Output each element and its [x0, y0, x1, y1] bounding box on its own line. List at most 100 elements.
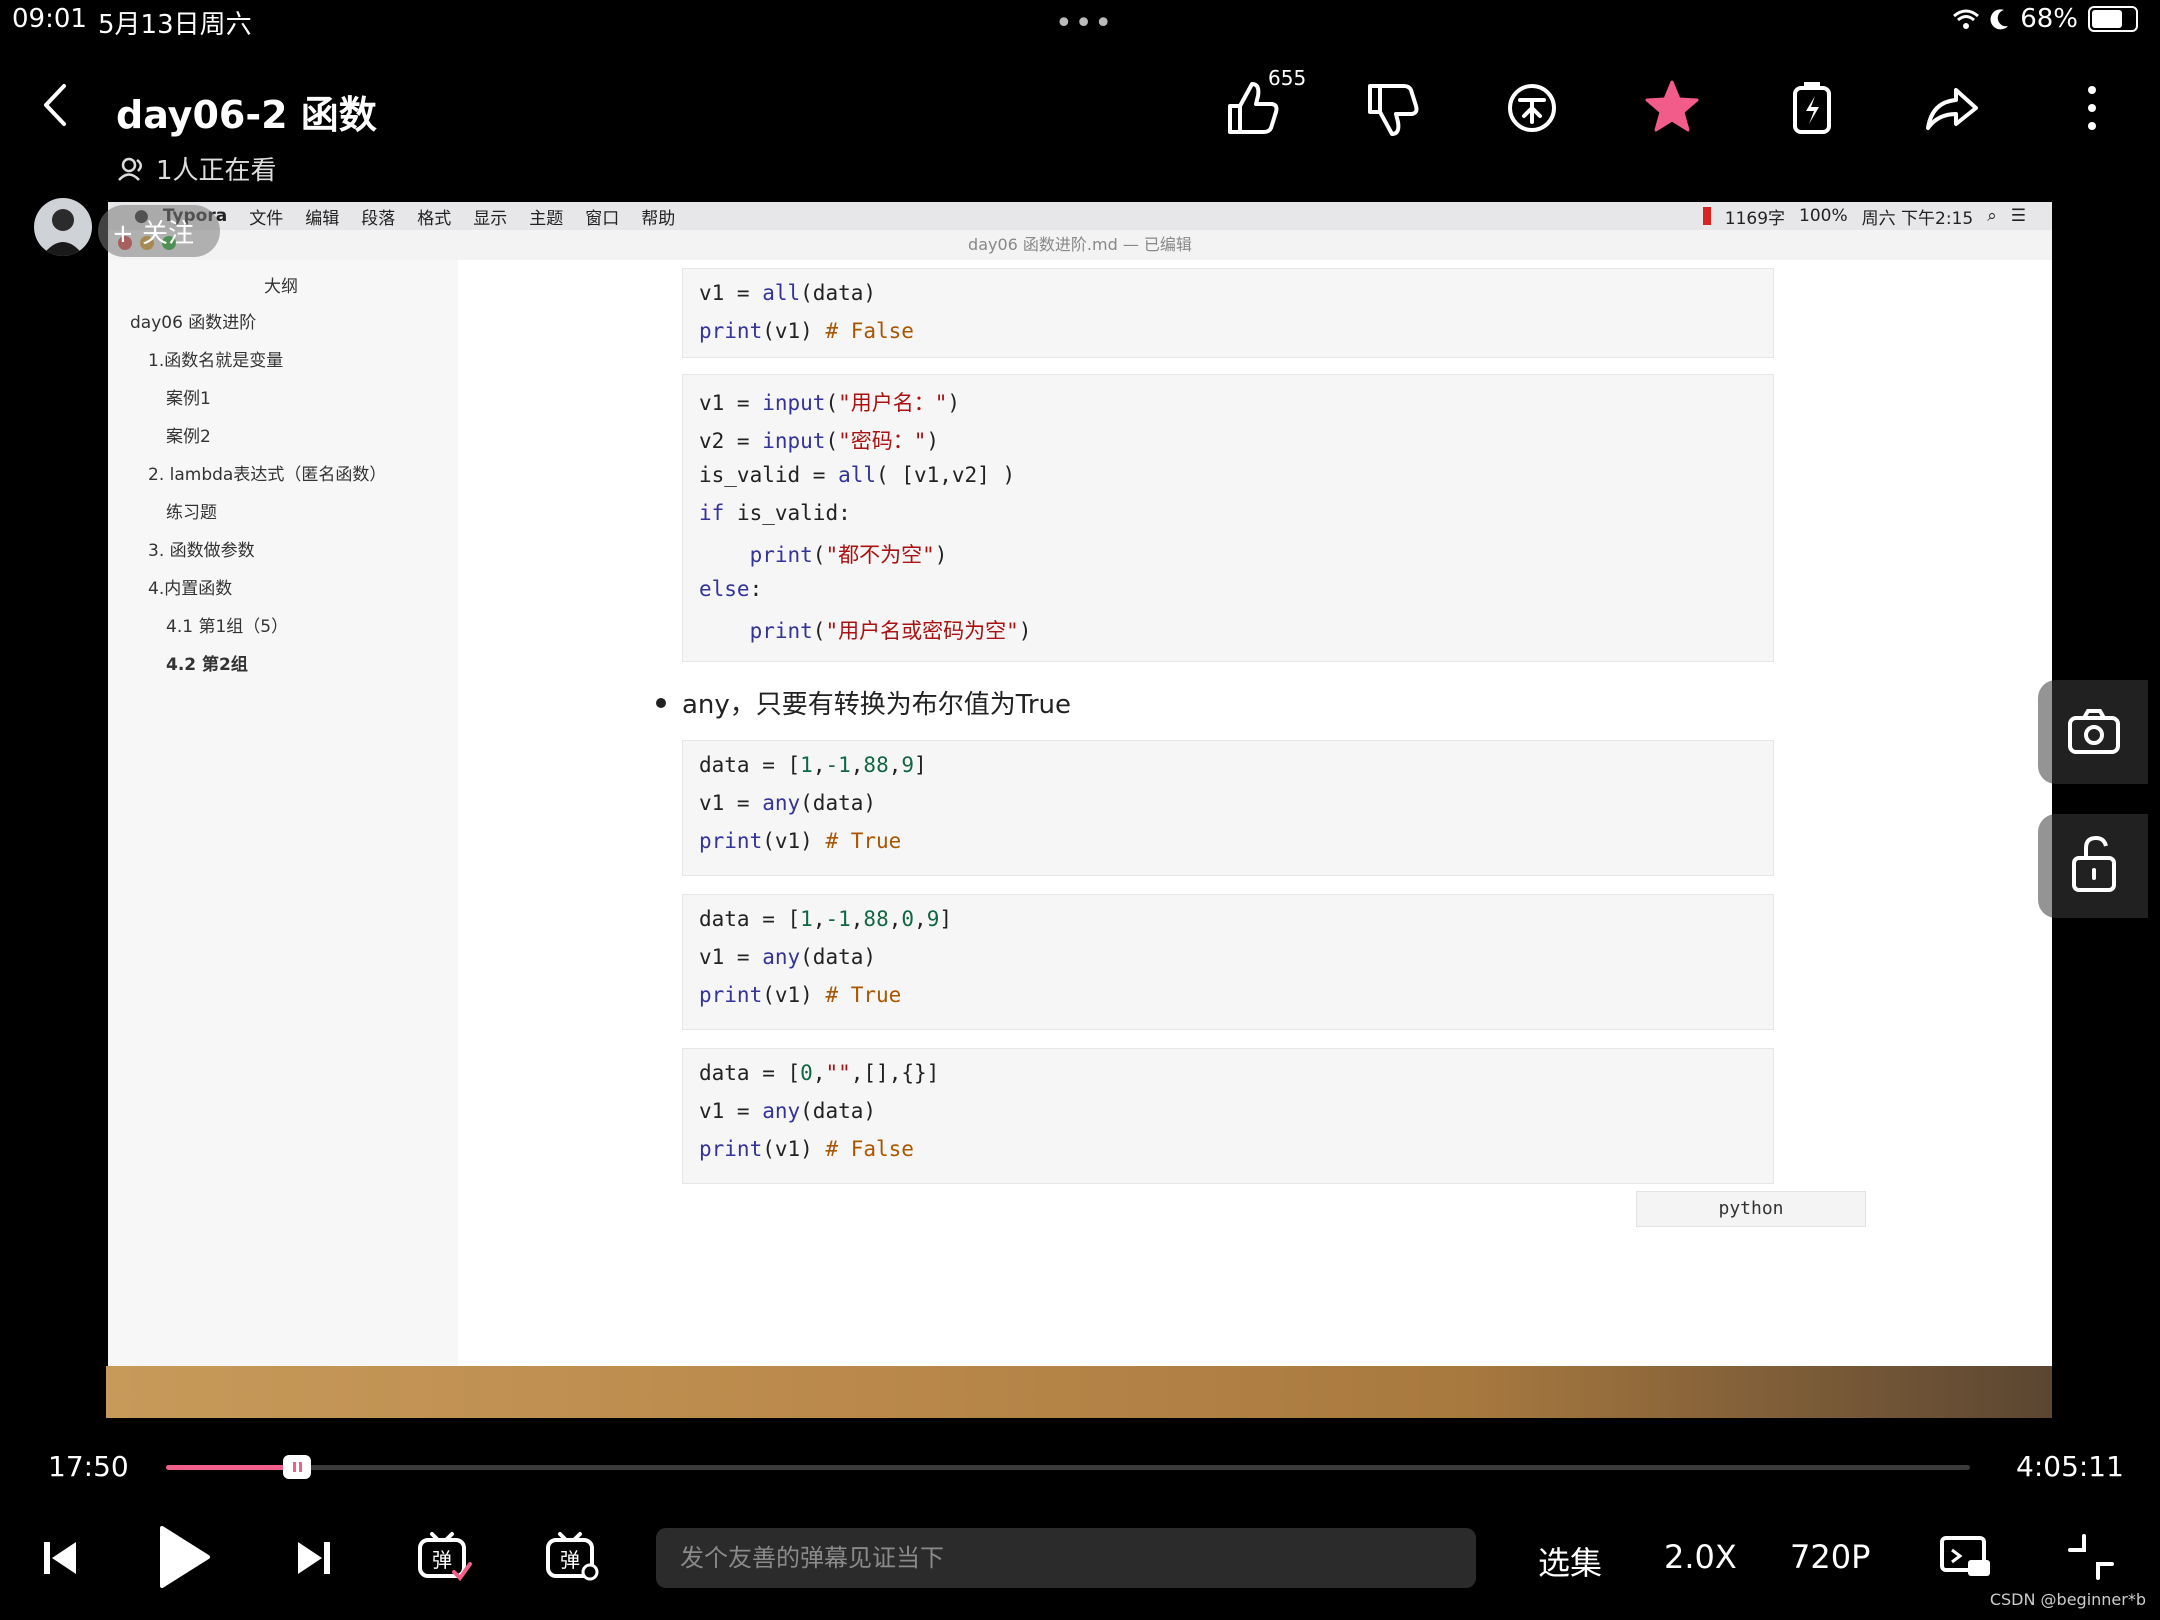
code-token: (v1) — [762, 829, 826, 853]
multitask-dots-icon[interactable]: ••• — [1055, 6, 1114, 41]
outline-item[interactable]: 2. lambda表达式（匿名函数） — [148, 460, 386, 485]
bullet-text: any，只要有转换为布尔值为True — [682, 690, 1072, 720]
code-token: print — [749, 619, 813, 643]
mac-menu-item: 文件 — [249, 208, 284, 229]
danmaku-settings-button[interactable]: 弹 — [544, 1530, 600, 1584]
battery-percent: 68% — [2020, 4, 2078, 34]
current-time: 17:50 — [48, 1450, 129, 1483]
code-block[interactable]: v1 = input("用户名：") v2 = input("密码：") is_va… — [682, 374, 1774, 662]
window-title: day06 函数进阶.md — 已编辑 — [108, 230, 2052, 260]
code-token: v1 = — [699, 281, 763, 305]
code-token: (v1) — [762, 319, 826, 343]
lightning-box-icon — [1793, 82, 1831, 134]
code-token: , — [812, 1061, 826, 1085]
danmaku-input[interactable] — [656, 1528, 1476, 1588]
code-token: input — [762, 391, 826, 415]
dislike-button[interactable] — [1362, 78, 1422, 138]
exit-fullscreen-icon — [2068, 1534, 2114, 1580]
progress-bar[interactable] — [166, 1465, 1970, 1470]
code-token: -1 — [825, 753, 851, 777]
video-background-strip — [106, 1366, 2052, 1418]
users-icon — [118, 157, 142, 181]
speed-button[interactable]: 2.0X — [1664, 1538, 1737, 1576]
outline-item[interactable]: 3. 函数做参数 — [148, 536, 255, 561]
code-token: "密码：" — [838, 429, 927, 453]
code-block[interactable]: data = [1,-1,88,9] v1 = any(data) print(v1… — [682, 740, 1774, 876]
code-line: v2 = input("密码：") — [699, 425, 939, 455]
code-token: (v1) — [762, 983, 826, 1007]
code-token: all — [762, 281, 801, 305]
code-token: v1 = — [699, 791, 763, 815]
code-line: v1 = any(data) — [699, 945, 876, 969]
quality-button[interactable]: 720P — [1790, 1538, 1870, 1576]
code-token: (data) — [800, 945, 877, 969]
exit-fullscreen-button[interactable] — [2066, 1532, 2116, 1582]
code-token: "" — [825, 1061, 851, 1085]
danmaku-on-icon: 弹 — [418, 1532, 472, 1582]
share-arrow-icon — [1926, 88, 1978, 130]
coin-button[interactable] — [1502, 78, 1562, 138]
code-token: data = [ — [699, 907, 801, 931]
code-line: data = [1,-1,88,0,9] — [699, 907, 952, 931]
outline-item[interactable]: 4.2 第2组 — [166, 650, 248, 675]
code-token: -1 — [825, 907, 851, 931]
code-token: , — [812, 753, 826, 777]
code-token: v1 = — [699, 945, 763, 969]
next-button[interactable] — [294, 1536, 334, 1580]
danmaku-toggle-button[interactable]: 弹 — [416, 1530, 472, 1584]
code-line: v1 = input("用户名：") — [699, 387, 960, 417]
code-token: print — [699, 1137, 763, 1161]
code-block[interactable]: data = [0,"",[],{}] v1 = any(data) print(v… — [682, 1048, 1774, 1184]
back-button[interactable] — [40, 82, 70, 128]
outline-item[interactable]: 案例2 — [166, 422, 211, 447]
episodes-button[interactable]: 选集 — [1538, 1538, 1602, 1584]
mac-menu-item: 编辑 — [305, 208, 340, 229]
code-token: is_valid: — [724, 501, 851, 525]
video-frame[interactable]: ● Typora 文件 编辑 段落 格式 显示 主题 窗口 帮助 1169字 1… — [108, 202, 2052, 1368]
progress-fill — [166, 1465, 297, 1470]
avatar-person-icon — [42, 209, 84, 256]
progress-thumb[interactable] — [283, 1455, 311, 1479]
share-button[interactable] — [1922, 78, 1982, 138]
screenshot-button[interactable] — [2038, 680, 2148, 784]
lock-screen-button[interactable] — [2038, 814, 2148, 918]
favorite-button[interactable] — [1642, 78, 1702, 138]
uploader-avatar[interactable] — [34, 198, 92, 256]
code-token: , — [812, 907, 826, 931]
outline-item[interactable]: 练习题 — [166, 498, 217, 523]
thumbs-down-icon — [1368, 84, 1419, 136]
viewer-count-label: 1人正在看 — [156, 156, 277, 186]
outline-item[interactable]: 1.函数名就是变量 — [148, 346, 283, 371]
mac-menu-item: 段落 — [361, 208, 396, 229]
mac-menu-item: 帮助 — [641, 208, 676, 229]
code-token: "都不为空" — [825, 543, 935, 567]
code-line: print(v1) # False — [699, 319, 914, 343]
outline-item[interactable]: 4.内置函数 — [148, 574, 232, 599]
skip-previous-icon — [44, 1542, 76, 1574]
code-line: v1 = any(data) — [699, 791, 876, 815]
more-button[interactable] — [2062, 78, 2122, 138]
code-token: (v1) — [762, 1137, 826, 1161]
outline-item[interactable]: day06 函数进阶 — [130, 308, 256, 333]
code-line: v1 = any(data) — [699, 1099, 876, 1123]
play-button[interactable] — [156, 1524, 212, 1590]
outline-item[interactable]: 4.1 第1组（5） — [166, 612, 288, 637]
code-token: is_valid = — [699, 463, 839, 487]
wifi-icon — [1953, 9, 1980, 29]
previous-button[interactable] — [40, 1536, 80, 1580]
outline-sidebar: 大纲 day06 函数进阶 1.函数名就是变量 案例1 案例2 2. lambda表达式… — [108, 260, 458, 1368]
star-icon — [1645, 80, 1699, 132]
code-line: if is_valid: — [699, 501, 851, 525]
chevron-left-icon — [44, 84, 66, 126]
code-language-label[interactable]: python — [1636, 1191, 1866, 1227]
code-token: ( — [825, 391, 839, 415]
follow-button[interactable]: + 关注 — [98, 205, 221, 257]
charge-button[interactable] — [1782, 78, 1842, 138]
code-token: 88 — [863, 907, 889, 931]
code-line: print(v1) # True — [699, 983, 901, 1007]
cast-button[interactable] — [1938, 1532, 1994, 1582]
outline-item[interactable]: 案例1 — [166, 384, 211, 409]
code-block[interactable]: v1 = all(data) print(v1) # False — [682, 268, 1774, 358]
code-block[interactable]: data = [1,-1,88,0,9] v1 = any(data) print(… — [682, 894, 1774, 1030]
code-line: else: — [699, 577, 762, 601]
